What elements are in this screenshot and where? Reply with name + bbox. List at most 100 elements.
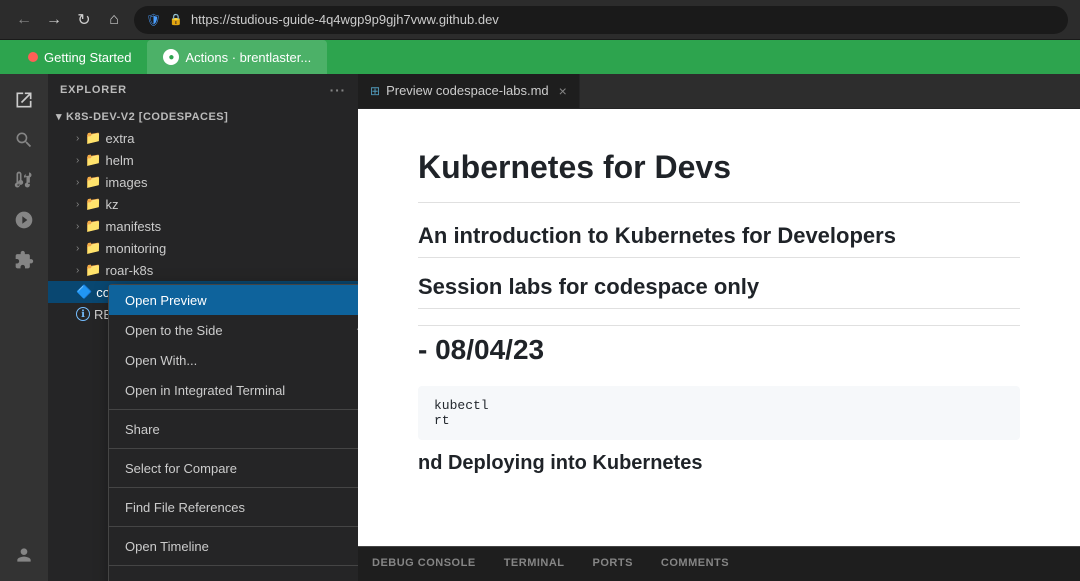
main-area: ⊞ Preview codespace-labs.md × Kubernetes… [358,74,1080,581]
folder-icon: 📁 [85,196,101,212]
preview-date: - 08/04/23 [418,325,1020,366]
menu-item-open-with[interactable]: Open With... [109,345,358,375]
tree-item-manifests[interactable]: › 📁 manifests [48,215,358,237]
folder-icon: 📁 [85,130,101,146]
menu-item-cut[interactable]: Cut ⌘X [109,570,358,581]
extensions-icon[interactable] [6,242,42,278]
tab-bar: ⊞ Preview codespace-labs.md × [358,74,1080,109]
refresh-button[interactable]: ↻ [72,8,96,32]
home-button[interactable]: ⌂ [102,8,126,32]
search-icon[interactable] [6,122,42,158]
panel-tab-debug-console[interactable]: DEBUG CONSOLE [358,547,490,581]
chevron-icon: › [76,265,79,276]
editor-tab-preview[interactable]: ⊞ Preview codespace-labs.md × [358,74,580,108]
preview-content: Kubernetes for Devs An introduction to K… [358,109,1080,546]
getting-started-icon [28,52,38,62]
github-tab-getting-started[interactable]: Getting Started [12,40,147,74]
tree-item-extra[interactable]: › 📁 extra [48,127,358,149]
chevron-icon: › [76,133,79,144]
menu-item-label: Share [125,422,160,437]
preview-heading-1: Kubernetes for Devs [418,149,1020,203]
menu-item-label: Open to the Side [125,323,223,338]
chevron-icon: › [76,177,79,188]
tree-item-label: helm [106,153,134,168]
tree-item-roar-k8s[interactable]: › 📁 roar-k8s [48,259,358,281]
menu-item-find-references[interactable]: Find File References [109,492,358,522]
folder-icon: 📁 [85,152,101,168]
browser-chrome: ← → ↻ ⌂ 🛡 🔒 https://studious-guide-4q4wg… [0,0,1080,40]
markdown-icon: 🔷 [76,284,92,300]
menu-item-label: Open in Integrated Terminal [125,383,285,398]
tree-item-label: roar-k8s [106,263,154,278]
sidebar-more-button[interactable]: ··· [330,82,346,98]
folder-icon: 📁 [85,262,101,278]
actions-label: Actions · brentlaster... [185,50,311,65]
menu-item-open-timeline[interactable]: Open Timeline [109,531,358,561]
panel-tab-comments[interactable]: COMMENTS [647,547,743,581]
code-block: kubectl rt [418,386,1020,440]
chevron-icon: › [76,221,79,232]
menu-separator [109,448,358,449]
menu-item-label: Open Preview [125,293,207,308]
shield-icon: 🛡 [146,13,161,27]
menu-item-share[interactable]: Share › [109,414,358,444]
code-line-2: rt [434,413,1004,428]
chevron-icon: › [76,155,79,166]
folder-icon: 📁 [85,174,101,190]
github-bar: Getting Started ● Actions · brentlaster.… [0,40,1080,74]
collapse-chevron: ▾ [56,110,62,123]
getting-started-label: Getting Started [44,50,131,65]
menu-separator [109,409,358,410]
address-bar[interactable]: 🛡 🔒 https://studious-guide-4q4wgp9p9gjh7… [134,6,1068,34]
tree-item-label: monitoring [106,241,167,256]
tree-item-kz[interactable]: › 📁 kz [48,193,358,215]
preview-heading-3: Session labs for codespace only [418,274,1020,309]
context-menu: Open Preview ⇧⌘V Open to the Side ^Enter… [108,284,358,581]
menu-separator [109,565,358,566]
menu-item-label: Open Timeline [125,539,209,554]
github-tab-actions[interactable]: ● Actions · brentlaster... [147,40,327,74]
menu-item-label: Select for Compare [125,461,237,476]
tree-item-helm[interactable]: › 📁 helm [48,149,358,171]
panel-tab-ports[interactable]: PORTS [579,547,647,581]
tree-item-monitoring[interactable]: › 📁 monitoring [48,237,358,259]
tree-item-label: images [106,175,148,190]
explorer-icon[interactable] [6,82,42,118]
url-text: https://studious-guide-4q4wgp9p9gjh7vww.… [191,12,499,27]
chevron-icon: › [76,243,79,254]
folder-icon: 📁 [85,240,101,256]
nav-buttons: ← → ↻ ⌂ [12,8,126,32]
menu-separator [109,526,358,527]
account-icon[interactable] [6,537,42,573]
lock-icon: 🔒 [169,13,183,26]
menu-item-label: Cut [125,578,145,581]
tree-item-label: kz [106,197,119,212]
bottom-panel: DEBUG CONSOLE TERMINAL PORTS COMMENTS [358,546,1080,581]
panel-tab-label: DEBUG CONSOLE [372,557,476,569]
forward-button[interactable]: → [42,8,66,32]
menu-item-open-terminal[interactable]: Open in Integrated Terminal [109,375,358,405]
tree-root[interactable]: ▾ K8S-DEV-V2 [CODESPACES] [48,106,358,127]
menu-item-open-preview[interactable]: Open Preview ⇧⌘V [109,285,358,315]
panel-tab-label: PORTS [593,557,633,569]
run-debug-icon[interactable] [6,202,42,238]
back-button[interactable]: ← [12,8,36,32]
info-icon: ℹ [76,307,90,321]
activity-bar [0,74,48,581]
preview-heading-2: An introduction to Kubernetes for Develo… [418,223,1020,258]
menu-item-open-side[interactable]: Open to the Side ^Enter [109,315,358,345]
vscode-container: EXPLORER ··· ▾ K8S-DEV-V2 [CODESPACES] ›… [0,74,1080,581]
tree-item-images[interactable]: › 📁 images [48,171,358,193]
menu-item-select-compare[interactable]: Select for Compare [109,453,358,483]
menu-item-label: Open With... [125,353,197,368]
source-control-icon[interactable] [6,162,42,198]
tree-item-label: extra [106,131,135,146]
chevron-icon: › [76,199,79,210]
panel-tab-terminal[interactable]: TERMINAL [490,547,579,581]
root-label: K8S-DEV-V2 [CODESPACES] [66,111,228,123]
folder-icon: 📁 [85,218,101,234]
sidebar: EXPLORER ··· ▾ K8S-DEV-V2 [CODESPACES] ›… [48,74,358,581]
code-line-1: kubectl [434,398,1004,413]
explorer-title: EXPLORER [60,84,127,96]
close-tab-button[interactable]: × [559,83,567,99]
